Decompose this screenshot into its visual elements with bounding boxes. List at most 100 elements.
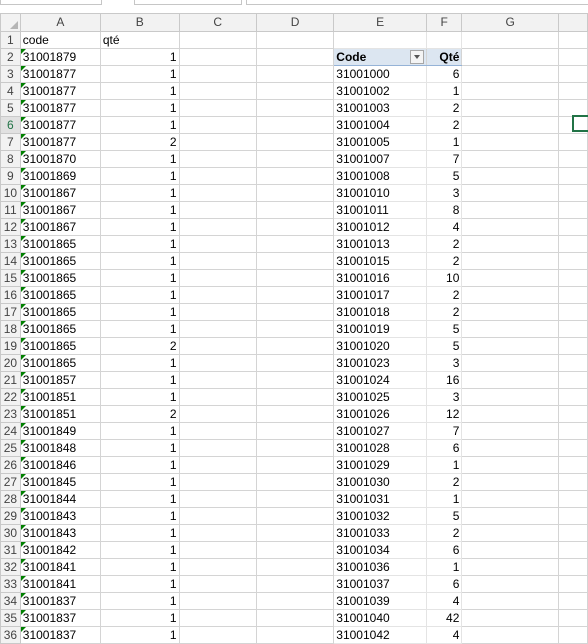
- pivot-code[interactable]: 31001034: [333, 541, 427, 559]
- row-header[interactable]: 31: [0, 541, 21, 559]
- cell-g[interactable]: [461, 303, 560, 321]
- cell-g[interactable]: [461, 575, 560, 593]
- pivot-qty[interactable]: 5: [425, 507, 463, 525]
- pivot-code[interactable]: 31001026: [333, 405, 427, 423]
- row-header[interactable]: 23: [0, 405, 21, 423]
- cell-b[interactable]: 2: [99, 133, 180, 151]
- cell-b[interactable]: 1: [99, 252, 180, 270]
- cell-b[interactable]: 1: [99, 167, 180, 185]
- row-header[interactable]: 3: [0, 65, 21, 83]
- cell-b[interactable]: 1: [99, 422, 180, 440]
- cell-g[interactable]: [461, 354, 560, 372]
- cell-c[interactable]: [178, 490, 257, 508]
- cell-a[interactable]: 31001870: [19, 150, 101, 168]
- cell-a[interactable]: code: [19, 31, 101, 49]
- cell-d[interactable]: [255, 490, 335, 508]
- cell-c[interactable]: [178, 524, 257, 542]
- cell-d[interactable]: [255, 201, 335, 219]
- row-header[interactable]: 16: [0, 286, 21, 304]
- cell-h[interactable]: [558, 252, 588, 270]
- cell-g[interactable]: [461, 252, 560, 270]
- cell-g[interactable]: [461, 286, 560, 304]
- row-header[interactable]: 14: [0, 252, 21, 270]
- cell-b[interactable]: 1: [99, 218, 180, 236]
- cell-b[interactable]: 1: [99, 82, 180, 100]
- cell-h[interactable]: [558, 31, 588, 49]
- cell-g[interactable]: [461, 65, 560, 83]
- row-header[interactable]: 32: [0, 558, 21, 576]
- cell-c[interactable]: [178, 269, 257, 287]
- pivot-code[interactable]: 31001032: [333, 507, 427, 525]
- cell-g[interactable]: [461, 167, 560, 185]
- cell-b[interactable]: 1: [99, 269, 180, 287]
- cell-c[interactable]: [178, 65, 257, 83]
- cell-c[interactable]: [178, 116, 257, 134]
- formula-controls[interactable]: [134, 0, 242, 5]
- cell-a[interactable]: 31001869: [19, 167, 101, 185]
- pivot-code[interactable]: 31001015: [333, 252, 427, 270]
- cell-c[interactable]: [178, 609, 257, 627]
- cell-a[interactable]: 31001867: [19, 218, 101, 236]
- cell-d[interactable]: [255, 286, 335, 304]
- cell-g[interactable]: [461, 31, 560, 49]
- row-header[interactable]: 12: [0, 218, 21, 236]
- cell-h[interactable]: [558, 337, 588, 355]
- pivot-code[interactable]: 31001016: [333, 269, 427, 287]
- cell-b[interactable]: 1: [99, 473, 180, 491]
- pivot-code[interactable]: 31001003: [333, 99, 427, 117]
- column-header-next[interactable]: [558, 13, 588, 32]
- cell-h[interactable]: [558, 354, 588, 372]
- pivot-code[interactable]: 31001042: [333, 626, 427, 644]
- cell-c[interactable]: [178, 626, 257, 644]
- cell-a[interactable]: 31001846: [19, 456, 101, 474]
- pivot-qty[interactable]: 7: [425, 150, 463, 168]
- cell-h[interactable]: [558, 388, 588, 406]
- cell-c[interactable]: [178, 150, 257, 168]
- cell-c[interactable]: [178, 541, 257, 559]
- cell-c[interactable]: [178, 575, 257, 593]
- cell-g[interactable]: [461, 48, 560, 66]
- cell-b[interactable]: 1: [99, 439, 180, 457]
- formula-input[interactable]: [246, 0, 588, 5]
- cell-b[interactable]: 1: [99, 150, 180, 168]
- pivot-code[interactable]: 31001033: [333, 524, 427, 542]
- cell-g[interactable]: [461, 116, 560, 134]
- row-header[interactable]: 9: [0, 167, 21, 185]
- cell-b[interactable]: 1: [99, 354, 180, 372]
- cell-c[interactable]: [178, 218, 257, 236]
- column-header-e[interactable]: E: [333, 13, 427, 32]
- row-header[interactable]: 1: [0, 31, 21, 49]
- column-header-g[interactable]: G: [461, 13, 560, 32]
- cell-d[interactable]: [255, 252, 335, 270]
- pivot-qty[interactable]: 2: [425, 473, 463, 491]
- cell-g[interactable]: [461, 490, 560, 508]
- cell-g[interactable]: [461, 439, 560, 457]
- cell-g[interactable]: [461, 371, 560, 389]
- cell-d[interactable]: [255, 422, 335, 440]
- cell-b[interactable]: 1: [99, 99, 180, 117]
- pivot-code[interactable]: 31001011: [333, 201, 427, 219]
- cell-a[interactable]: 31001848: [19, 439, 101, 457]
- cell-g[interactable]: [461, 422, 560, 440]
- pivot-code[interactable]: 31001012: [333, 218, 427, 236]
- pivot-qty[interactable]: 3: [425, 388, 463, 406]
- pivot-code[interactable]: 31001019: [333, 320, 427, 338]
- pivot-code[interactable]: 31001002: [333, 82, 427, 100]
- pivot-code[interactable]: 31001018: [333, 303, 427, 321]
- cell-h[interactable]: [558, 48, 588, 66]
- pivot-code[interactable]: 31001004: [333, 116, 427, 134]
- cell-g[interactable]: [461, 524, 560, 542]
- pivot-qty[interactable]: 4: [425, 592, 463, 610]
- pivot-qty[interactable]: 4: [425, 218, 463, 236]
- pivot-qty[interactable]: 2: [425, 303, 463, 321]
- cell-g[interactable]: [461, 592, 560, 610]
- cell-g[interactable]: [461, 99, 560, 117]
- cell-b[interactable]: 1: [99, 626, 180, 644]
- column-header-b[interactable]: B: [99, 13, 180, 32]
- cell-c[interactable]: [178, 405, 257, 423]
- cell-c[interactable]: [178, 82, 257, 100]
- cell-c[interactable]: [178, 456, 257, 474]
- cell-h[interactable]: [558, 507, 588, 525]
- filter-dropdown-icon[interactable]: [409, 50, 424, 64]
- cell-a[interactable]: 31001841: [19, 575, 101, 593]
